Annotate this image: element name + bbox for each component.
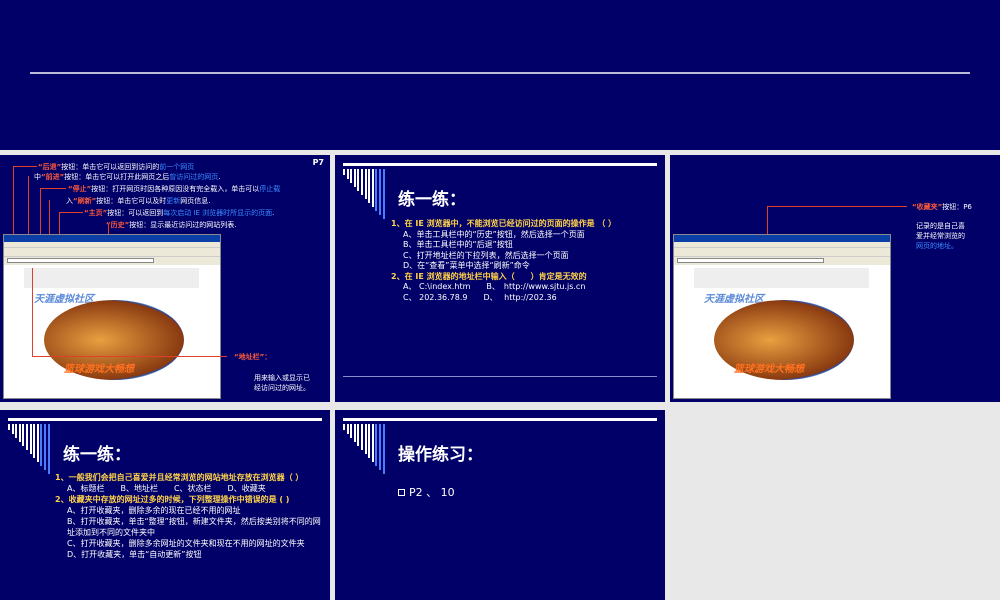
divider: [30, 72, 970, 74]
browser-screenshot: 天涯虚拟社区 篮球游戏大畅想: [673, 234, 891, 399]
slide-thumbnail-p7[interactable]: P7 “后退”按钮：单击它可以返回到访问的前一个网页 中“前进”按钮：单击它可以…: [0, 155, 330, 402]
question-text: 1、在 IE 浏览器中，不能浏览已经访问过的页面的操作是 （ ） A、单击工具栏…: [391, 219, 617, 302]
slide-thumbnail-practice[interactable]: 操作练习： P2 、 10: [335, 410, 665, 600]
question-text: 1、一般我们会把自己喜爱并且经常浏览的网站地址存放在浏览器（ ） A、标题栏 B…: [55, 473, 321, 559]
stripes-decoration: [343, 169, 387, 219]
slide-thumbnail-top[interactable]: [0, 0, 1000, 150]
slide-thumbnail-favorites[interactable]: “收藏夹”按钮：P6 记录的是自己喜 爱并经常浏览的 网页的地址。 天涯虚拟社区 篮…: [670, 155, 1000, 402]
slide-title: 操作练习：: [398, 445, 483, 465]
annotation-back: “后退”按钮：单击它可以返回到访问的前一个网页: [38, 163, 195, 171]
annotation-home: “主页”按钮：可以返回到每次启动 IE 浏览器时所显示的页面.: [84, 209, 275, 217]
annotation-history: “历史”按钮：显示最近访问过的网站列表.: [106, 221, 237, 229]
favorites-desc: 记录的是自己喜 爱并经常浏览的 网页的地址。: [916, 222, 965, 250]
annotation-stop: “停止”按钮：打开网页时因各种原因没有完全载入，单击可以停止载: [68, 185, 281, 193]
stripes-decoration: [343, 424, 387, 474]
square-bullet-icon: [398, 489, 405, 496]
divider: [343, 163, 657, 166]
divider: [343, 418, 657, 421]
annotation-address-bar: “地址栏”：: [234, 353, 272, 361]
annotation-favorites: “收藏夹”按钮：P6: [912, 203, 972, 211]
annotation-forward: 中“前进”按钮：单击它可以打开此网页之后曾访问过的网页.: [34, 173, 221, 181]
address-desc: 用来输入或显示已 经访问过的网址。: [254, 374, 310, 392]
page-number: P7: [312, 158, 324, 167]
slide-title: 练一练：: [63, 445, 131, 465]
bullet-item: P2 、 10: [398, 484, 455, 500]
slide-thumbnail-exercise-2[interactable]: 练一练： 1、一般我们会把自己喜爱并且经常浏览的网站地址存放在浏览器（ ） A、…: [0, 410, 330, 600]
slide-title: 练一练：: [398, 190, 466, 210]
divider: [8, 418, 322, 421]
divider: [343, 376, 657, 377]
stripes-decoration: [8, 424, 52, 474]
slide-thumbnail-exercise-1[interactable]: 练一练： 1、在 IE 浏览器中，不能浏览已经访问过的页面的操作是 （ ） A、…: [335, 155, 665, 402]
annotation-refresh: 入“刷新”按钮：单击它可以及时更新网页信息.: [66, 197, 211, 205]
browser-screenshot: 天涯虚拟社区 篮球游戏大畅想: [3, 234, 221, 399]
